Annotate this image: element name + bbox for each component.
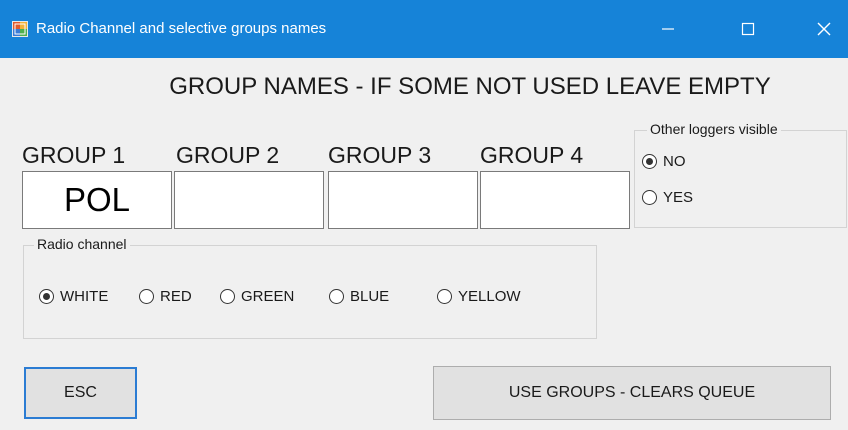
- loggers-visible-groupbox: Other loggers visible NO YES: [634, 121, 847, 228]
- loggers-yes-radio[interactable]: YES: [642, 189, 693, 206]
- group-2-input[interactable]: [174, 171, 324, 229]
- channel-green-radio[interactable]: GREEN: [220, 288, 294, 305]
- channel-red-radio[interactable]: RED: [139, 288, 192, 305]
- app-icon: [12, 21, 28, 37]
- app-window: Radio Channel and selective groups names…: [0, 0, 848, 430]
- group-1-input[interactable]: [22, 171, 172, 229]
- close-icon: [817, 22, 831, 36]
- group-4-label: GROUP 4: [480, 142, 584, 168]
- loggers-yes-label: YES: [663, 189, 694, 206]
- maximize-button[interactable]: [720, 12, 776, 46]
- channel-blue-radio[interactable]: BLUE: [329, 288, 389, 305]
- radio-unchecked-icon: [642, 190, 657, 205]
- radio-checked-icon: [642, 154, 657, 169]
- radio-checked-icon: [39, 289, 54, 304]
- loggers-visible-title: Other loggers visible: [647, 121, 781, 137]
- loggers-no-radio[interactable]: NO: [642, 153, 686, 170]
- channel-blue-label: BLUE: [350, 288, 390, 305]
- channel-yellow-radio[interactable]: YELLOW: [437, 288, 521, 305]
- loggers-no-label: NO: [663, 153, 686, 170]
- radio-unchecked-icon: [139, 289, 154, 304]
- channel-green-label: GREEN: [241, 288, 295, 305]
- close-button[interactable]: [796, 12, 848, 46]
- radio-unchecked-icon: [329, 289, 344, 304]
- use-groups-button[interactable]: USE GROUPS - CLEARS QUEUE: [433, 366, 831, 420]
- channel-yellow-label: YELLOW: [458, 288, 521, 305]
- channel-white-label: WHITE: [60, 288, 109, 305]
- maximize-icon: [741, 22, 755, 36]
- minimize-icon: [662, 28, 674, 30]
- esc-button[interactable]: ESC: [24, 367, 137, 419]
- channel-red-label: RED: [160, 288, 192, 305]
- minimize-button[interactable]: [640, 12, 696, 46]
- group-3-label: GROUP 3: [328, 142, 432, 168]
- group-2-label: GROUP 2: [176, 142, 280, 168]
- radio-channel-groupbox: Radio channel WHITE RED GREEN BLUE YELLO…: [23, 236, 597, 339]
- radio-unchecked-icon: [220, 289, 235, 304]
- group-3-input[interactable]: [328, 171, 478, 229]
- radio-unchecked-icon: [437, 289, 452, 304]
- group-1-label: GROUP 1: [22, 142, 126, 168]
- channel-white-radio[interactable]: WHITE: [39, 288, 108, 305]
- group-4-input[interactable]: [480, 171, 630, 229]
- page-heading: GROUP NAMES - IF SOME NOT USED LEAVE EMP…: [169, 73, 771, 100]
- window-title: Radio Channel and selective groups names: [36, 20, 327, 37]
- title-bar[interactable]: Radio Channel and selective groups names: [0, 0, 848, 58]
- radio-channel-title: Radio channel: [34, 236, 130, 252]
